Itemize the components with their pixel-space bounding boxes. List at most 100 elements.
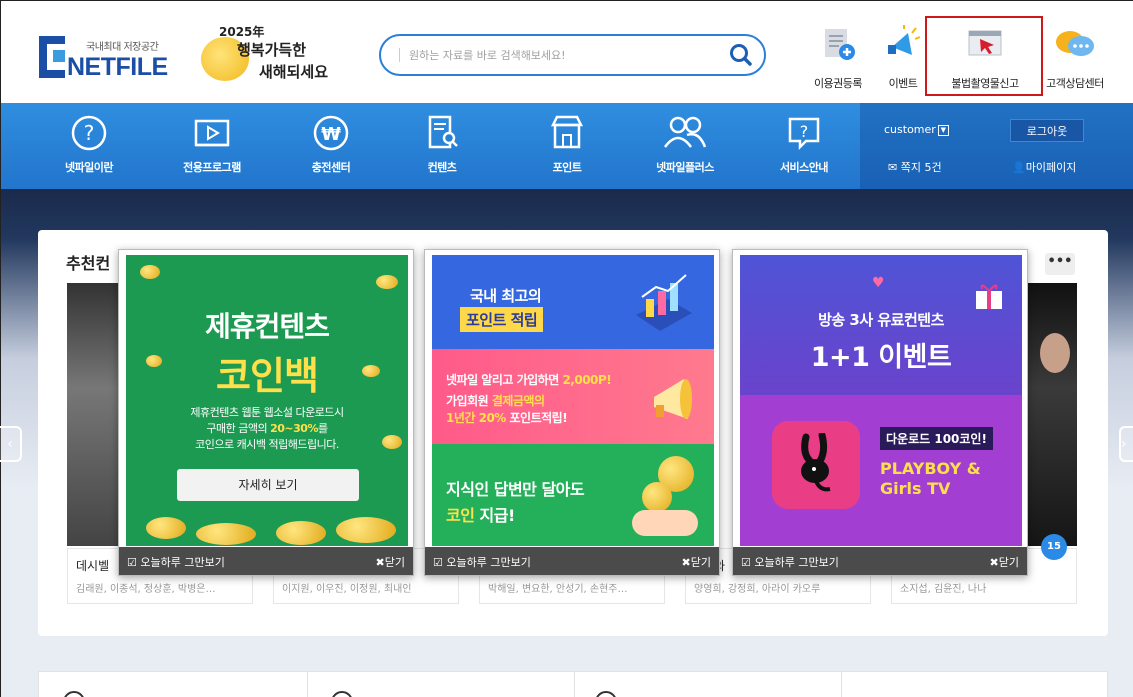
header-link-support[interactable]: 고객상담센터: [1037, 25, 1113, 95]
close-label: 닫기: [998, 556, 1019, 569]
download-tag: 다운로드 100코인!: [880, 427, 993, 450]
nav-label: 컨텐츠: [427, 161, 457, 174]
event-headline: 1+1 이벤트: [810, 342, 952, 373]
next-arrow-button[interactable]: ›: [1119, 426, 1133, 462]
signup-line: 넷파일 알리고 가입하면 2,000P!: [446, 371, 612, 388]
nav-item-contents[interactable]: 컨텐츠: [399, 113, 485, 175]
popup-close-button[interactable]: ✖닫기: [376, 554, 405, 570]
ticket-add-icon: [817, 25, 859, 65]
heart-icon: ♥: [872, 275, 885, 291]
header-link-label: 불법촬영물신고: [951, 77, 1019, 90]
nav-label: 전용프로그램: [183, 161, 241, 174]
new-year-line2: 행복가득한: [237, 41, 307, 59]
coinback-desc-line: 코인으로 캐시백 적립해드립니다.: [195, 438, 339, 451]
answer-highlight: 코인: [446, 506, 475, 525]
signup-section: 넷파일 알리고 가입하면 2,000P! 가입회원 결제금액의 1년간 20% …: [432, 349, 714, 444]
nav-item-about[interactable]: ? 넷파일이란: [46, 113, 132, 175]
megaphone-icon: [882, 25, 924, 65]
envelope-icon: ✉: [888, 161, 901, 174]
popup-banner[interactable]: 제휴컨텐츠 코인백 제휴컨텐츠 웹툰 웹소설 다운로드시 구매한 금액의 20~…: [126, 255, 408, 546]
dont-show-today-checkbox[interactable]: ☑ 오늘하루 그만보기: [741, 554, 839, 570]
close-label: 닫기: [690, 556, 711, 569]
messages-link[interactable]: ✉ 쪽지 5건: [888, 159, 942, 175]
nav-label: 서비스안내: [779, 161, 829, 174]
answer-section: 지식인 답변만 달아도 코인 지급!: [432, 444, 714, 546]
desc-text: 구매한 금액의: [206, 422, 271, 435]
close-label: 닫기: [384, 556, 405, 569]
question-circle-icon: ?: [71, 115, 107, 151]
coinback-headline: 코인백: [216, 354, 319, 398]
playboy-title: PLAYBOY & Girls TV: [880, 459, 981, 499]
header-link-ticket[interactable]: 이용권등록: [801, 25, 875, 95]
popup-close-button[interactable]: ✖닫기: [990, 554, 1019, 570]
logout-button[interactable]: 로그아웃: [1010, 119, 1084, 142]
nav-item-point[interactable]: 포인트: [524, 113, 610, 175]
more-button[interactable]: •••: [1045, 253, 1075, 275]
bunny-icon: [801, 433, 831, 492]
desc-text: 를: [317, 422, 328, 435]
playboy-line: PLAYBOY &: [880, 459, 981, 478]
chat-bubbles-icon: [1054, 25, 1096, 65]
nav-item-plus[interactable]: 넷파일플러스: [642, 113, 728, 175]
document-search-icon: [428, 115, 458, 149]
shop-icon: [550, 115, 584, 149]
coin-icon: [642, 482, 672, 512]
poster-image[interactable]: [67, 283, 119, 546]
poster-image[interactable]: [1024, 283, 1077, 546]
divider: [841, 672, 842, 697]
signup-highlight: 2,000P!: [562, 373, 612, 387]
prev-arrow-button[interactable]: ‹: [0, 426, 22, 462]
menu-circle-icon: [595, 691, 617, 697]
popup-banner[interactable]: ♥ 방송 3사 유료컨텐츠 1+1 이벤트 다운로드 100코인! PLAYBO…: [740, 255, 1022, 546]
header-link-label: 이용권등록: [813, 77, 863, 90]
site-header: 국내최대 저장공간 NETFILE 2025年 행복가득한 새해되세요 원하는 …: [0, 0, 1133, 103]
won-coin-icon: ₩: [313, 115, 349, 151]
new-year-line1: 2025年: [219, 25, 265, 39]
close-icon: ✖: [681, 556, 691, 569]
mypage-label: 마이페이지: [1025, 161, 1077, 174]
header-link-report[interactable]: 불법촬영물신고: [939, 25, 1031, 95]
nav-item-service[interactable]: ? 서비스안내: [761, 113, 847, 175]
signup-text: 넷파일 알리고 가입하면: [446, 373, 563, 387]
search-icon[interactable]: [728, 42, 754, 68]
search-input[interactable]: [409, 46, 709, 64]
coin-icon: [146, 517, 186, 539]
coin-icon: [196, 523, 256, 545]
dont-show-today-checkbox[interactable]: ☑ 오늘하루 그만보기: [433, 554, 531, 570]
popup-banner[interactable]: 국내 최고의 포인트 적립 넷파일 알리고 가입하면 2,000P! 가입회원 …: [432, 255, 714, 546]
netfile-logo[interactable]: 국내최대 저장공간 NETFILE: [39, 32, 179, 82]
card-cast: 양영희, 강정희, 아라이 카오루: [694, 584, 821, 595]
header-link-event[interactable]: 이벤트: [878, 25, 928, 95]
svg-text:₩: ₩: [321, 124, 341, 145]
header-link-label: 이벤트: [888, 77, 918, 90]
points-highlight: 포인트 적립: [460, 307, 544, 332]
coinback-title: 제휴컨텐츠: [205, 310, 330, 343]
count-badge: 15: [1041, 534, 1067, 560]
popup-footer: ☑ 오늘하루 그만보기 ✖닫기: [119, 547, 413, 575]
close-icon: ✖: [989, 556, 999, 569]
user-area: customer ▼ 로그아웃 ✉ 쪽지 5건 👤마이페이지: [860, 103, 1133, 189]
new-year-line3: 새해되세요: [259, 63, 329, 81]
nav-item-program[interactable]: 전용프로그램: [169, 113, 255, 175]
coin-icon: [276, 521, 326, 545]
card-cast: 박해일, 변요한, 안성기, 손현주…: [488, 584, 628, 595]
details-button[interactable]: 자세히 보기: [177, 469, 359, 501]
popup-footer: ☑ 오늘하루 그만보기 ✖닫기: [733, 547, 1027, 575]
popup-close-button[interactable]: ✖닫기: [682, 554, 711, 570]
dont-show-label: 오늘하루 그만보기: [754, 556, 839, 569]
coin-icon: [336, 517, 396, 543]
card-cast: 소지섭, 김윤진, 나나: [900, 584, 987, 595]
report-icon: [964, 25, 1006, 65]
new-year-banner: 2025年 행복가득한 새해되세요: [197, 23, 333, 85]
nav-item-charge[interactable]: ₩ 충전센터: [288, 113, 374, 175]
search-box: [379, 34, 766, 76]
recommend-title: 추천컨: [66, 254, 111, 273]
username-dropdown[interactable]: customer ▼: [884, 123, 949, 136]
popup-footer: ☑ 오늘하루 그만보기 ✖닫기: [425, 547, 719, 575]
checkbox-icon: ☑: [127, 556, 141, 569]
signup-highlight: 1년간 20%: [446, 411, 506, 425]
card-title: 데시벨: [76, 559, 110, 573]
playboy-section: 다운로드 100코인! PLAYBOY & Girls TV: [740, 395, 1022, 546]
mypage-link[interactable]: 👤마이페이지: [1012, 159, 1076, 175]
dont-show-today-checkbox[interactable]: ☑ 오늘하루 그만보기: [127, 554, 225, 570]
